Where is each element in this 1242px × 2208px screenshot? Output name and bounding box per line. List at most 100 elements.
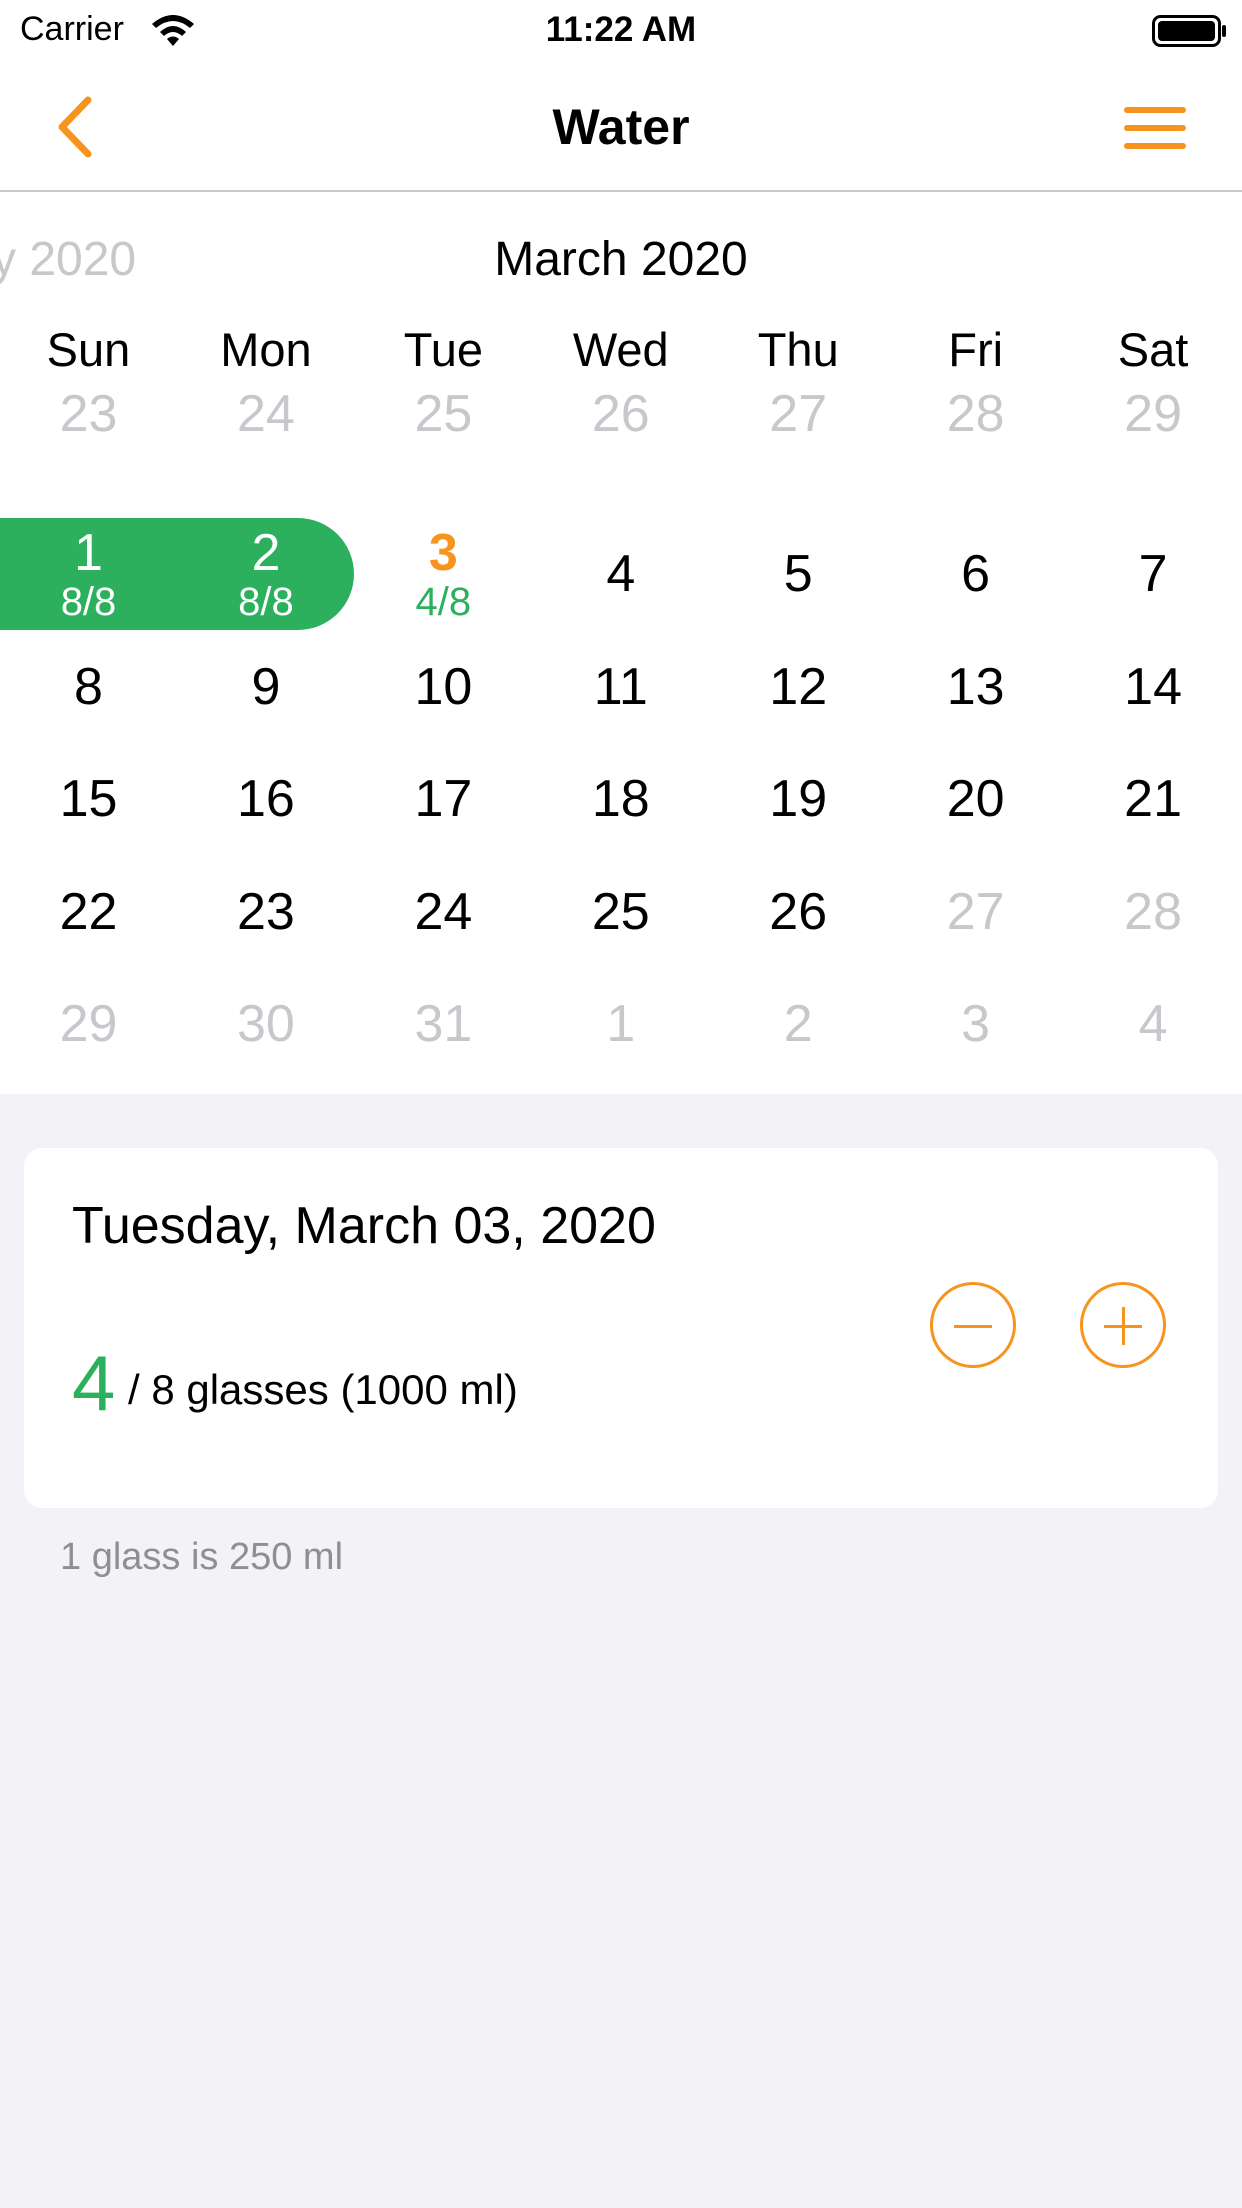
calendar-day[interactable]: 24 [355,856,532,968]
calendar-day[interactable]: 5 [710,518,887,630]
day-number: 3 [961,995,991,1054]
day-number: 28 [946,385,1005,443]
status-time: 11:22 AM [545,10,697,49]
calendar-day[interactable]: 29 [0,968,177,1080]
calendar-day[interactable]: 20 [887,743,1064,855]
day-number: 31 [414,995,473,1054]
increment-button[interactable] [1080,1282,1166,1368]
calendar-day[interactable]: 2 [710,968,887,1080]
calendar-day[interactable]: 27 [887,856,1064,968]
day-number: 2 [251,524,281,582]
day-number: 3 [428,524,458,582]
day-progress: 4/8 [415,580,472,624]
day-progress: 8/8 [60,580,117,624]
minus-icon [954,1325,992,1328]
calendar-day[interactable]: 12 [710,631,887,743]
status-bar: Carrier 11:22 AM [0,0,1242,64]
calendar-day[interactable]: 26 [532,358,709,470]
month-calendar[interactable]: ry 2020 March 2020 SunMonTueWedThuFriSat… [0,192,1242,1094]
day-number: 16 [237,770,295,829]
battery-icon [1152,15,1226,47]
calendar-day[interactable]: 18 [532,743,709,855]
day-number: 23 [237,882,295,941]
day-number: 7 [1138,545,1168,603]
calendar-day[interactable]: 16 [177,743,354,855]
calendar-day[interactable]: 3 [887,968,1064,1080]
menu-button[interactable] [1120,100,1190,156]
calendar-day[interactable]: 14 [1065,631,1242,743]
calendar-day[interactable]: 27 [710,358,887,470]
day-number: 25 [414,385,473,443]
day-number: 17 [414,770,473,829]
day-number: 23 [59,385,118,443]
day-number: 30 [237,995,295,1054]
calendar-day[interactable]: 4 [1065,968,1242,1080]
day-number: 5 [783,545,813,603]
calendar-day[interactable]: 7 [1065,518,1242,630]
day-number: 29 [1124,385,1182,443]
calendar-day[interactable]: 6 [887,518,1064,630]
day-number: 4 [606,545,636,603]
calendar-day[interactable]: 23 [177,856,354,968]
calendar-day[interactable]: 24 [177,358,354,470]
calendar-day[interactable]: 4 [532,518,709,630]
calendar-day[interactable]: 17 [355,743,532,855]
day-number: 28 [1124,882,1182,941]
page-title: Water [552,99,690,155]
month-title: March 2020 [494,233,748,286]
calendar-day[interactable]: 31 [355,968,532,1080]
calendar-day[interactable]: 3 4/8 [355,518,532,630]
day-number: 2 [783,995,813,1054]
calendar-day[interactable]: 15 [0,743,177,855]
day-number: 14 [1124,657,1182,716]
glass-size-note: 1 glass is 250 ml [60,1536,344,1578]
day-number: 19 [769,770,828,829]
navigation-bar: Water [0,64,1242,192]
calendar-day[interactable]: 30 [177,968,354,1080]
calendar-day[interactable]: 2 8/8 [177,518,354,630]
day-number: 18 [591,770,650,829]
calendar-day[interactable]: 10 [355,631,532,743]
calendar-day[interactable]: 25 [532,856,709,968]
calendar-day[interactable]: 9 [177,631,354,743]
day-progress: 8/8 [238,580,294,624]
calendar-day[interactable]: 28 [1065,856,1242,968]
calendar-day[interactable]: 26 [710,856,887,968]
calendar-day[interactable]: 1 8/8 [0,518,177,630]
day-number: 27 [946,882,1005,941]
day-number: 4 [1138,995,1168,1054]
day-number: 6 [961,545,991,603]
calendar-day[interactable]: 8 [0,631,177,743]
day-number: 22 [59,882,118,941]
day-number: 25 [591,882,650,941]
calendar-day[interactable]: 11 [532,631,709,743]
day-number: 20 [946,770,1005,829]
day-number: 8 [74,657,103,716]
calendar-day[interactable]: 13 [887,631,1064,743]
day-number: 1 [606,995,636,1054]
decrement-button[interactable] [930,1282,1016,1368]
day-detail-card: Tuesday, March 03, 2020 4 / 8 glasses (1… [24,1148,1218,1508]
day-number: 29 [59,995,118,1054]
day-number: 24 [237,385,295,443]
calendar-day[interactable]: 28 [887,358,1064,470]
calendar-day[interactable]: 21 [1065,743,1242,855]
calendar-day[interactable]: 1 [532,968,709,1080]
day-number: 13 [946,657,1005,716]
glasses-count: 4 [72,1339,116,1427]
calendar-day[interactable]: 25 [355,358,532,470]
calendar-day[interactable]: 29 [1065,358,1242,470]
calendar-day[interactable]: 22 [0,856,177,968]
glasses-goal-label: / 8 glasses (1000 ml) [128,1366,518,1413]
back-button[interactable] [48,92,108,162]
selected-date: Tuesday, March 03, 2020 [72,1197,656,1255]
day-number: 27 [769,385,828,443]
calendar-day[interactable]: 23 [0,358,177,470]
calendar-day[interactable]: 19 [710,743,887,855]
day-number: 24 [414,882,473,941]
day-number: 12 [769,657,828,716]
day-number: 11 [593,657,648,716]
day-number: 26 [769,882,828,941]
day-number: 21 [1124,770,1182,829]
day-number: 26 [591,385,650,443]
